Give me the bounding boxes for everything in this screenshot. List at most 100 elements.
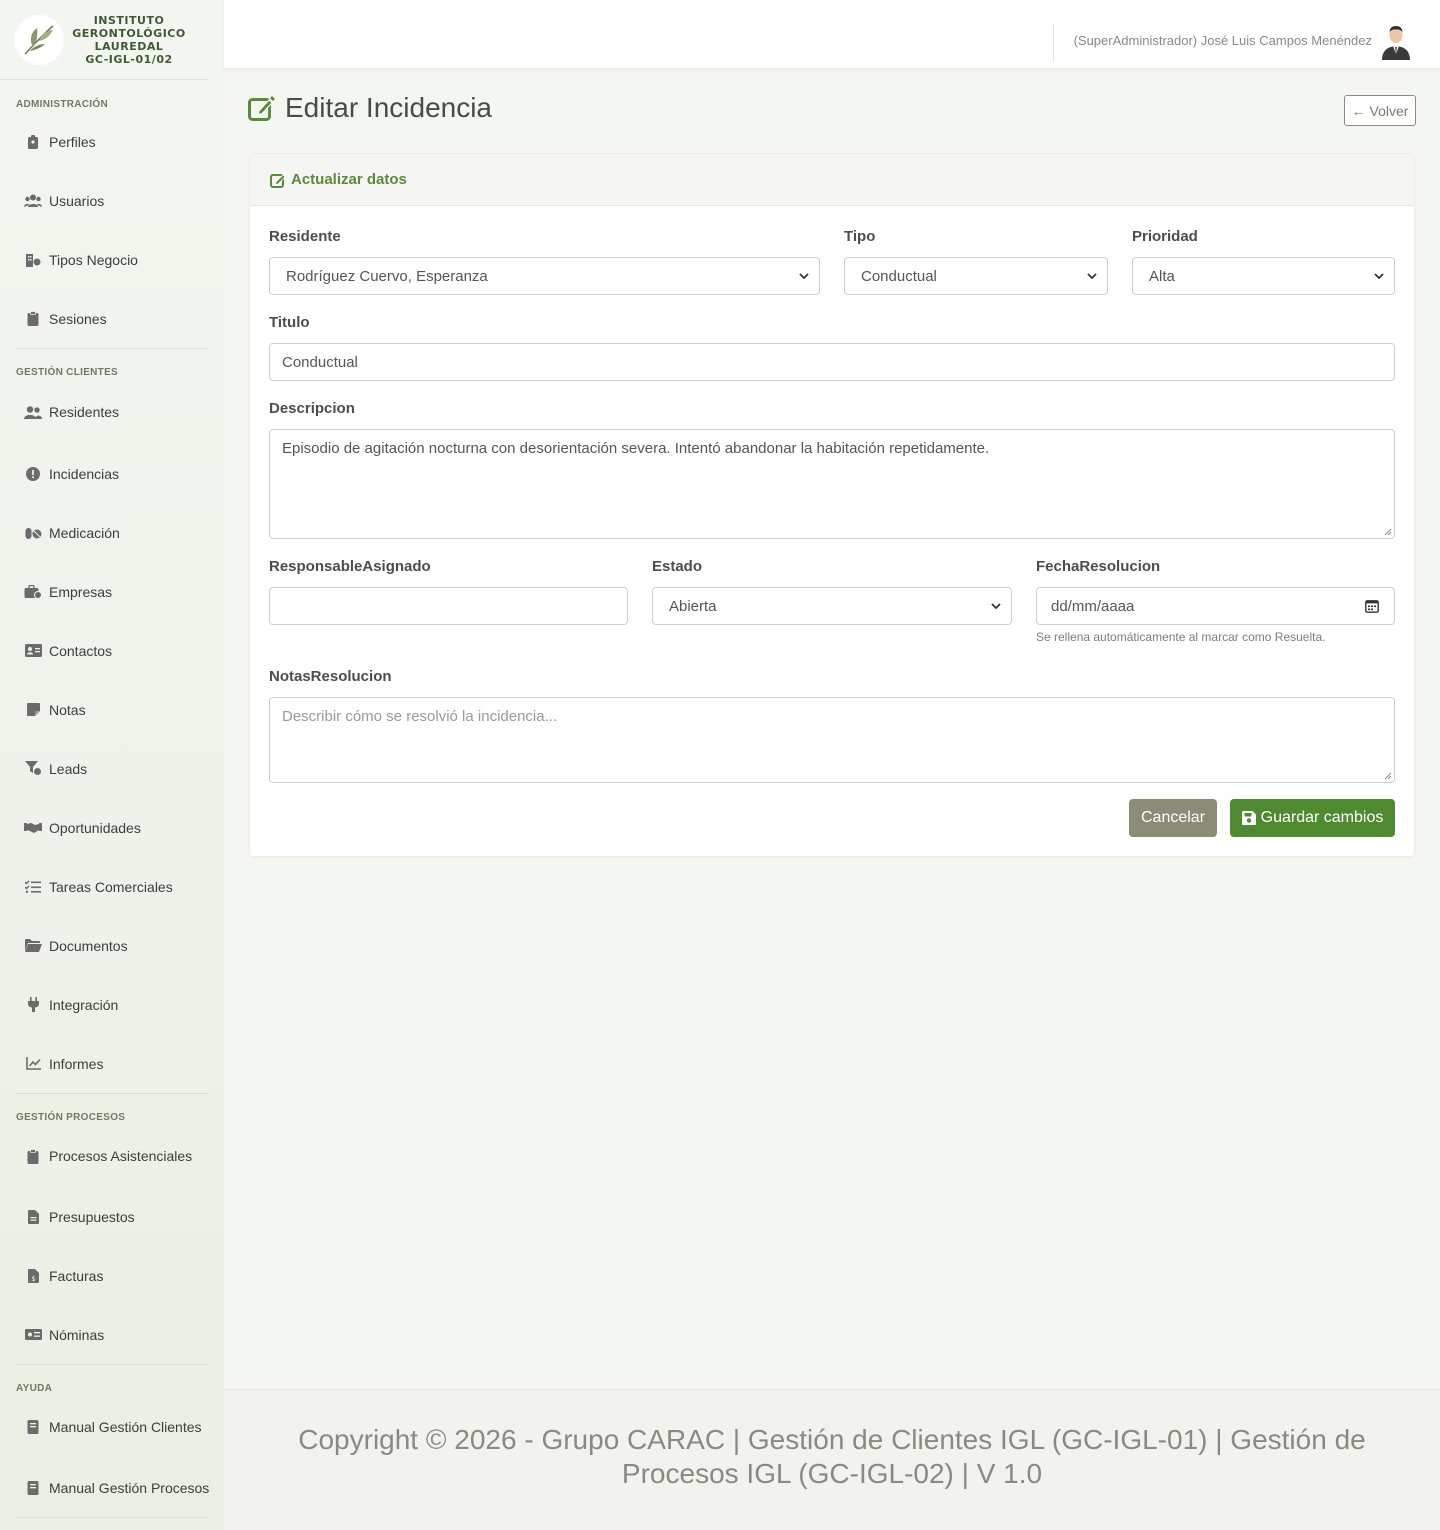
sidebar-item-label: Facturas — [49, 1267, 104, 1284]
sidebar-item-label: Documentos — [49, 937, 128, 954]
sidebar-item-integracion[interactable]: Integración — [0, 975, 224, 1034]
sidebar-item-tareas-comerciales[interactable]: Tareas Comerciales — [0, 857, 224, 916]
prioridad-label: Prioridad — [1132, 228, 1198, 245]
sidebar-item-empresas[interactable]: Empresas — [0, 562, 224, 621]
chart-line-icon — [24, 1055, 42, 1073]
sidebar-item-label: Procesos Asistenciales — [49, 1148, 193, 1164]
sidebar-item-label: Integración — [49, 996, 119, 1013]
descripcion-textarea[interactable]: Episodio de agitación nocturna con desor… — [269, 429, 1395, 539]
back-button-label: Volver — [1369, 102, 1409, 119]
sidebar-item-label: Manual Gestión Clientes — [49, 1419, 202, 1435]
footer: Copyright © 2026 - Grupo CARAC | Gestión… — [224, 1389, 1440, 1530]
sidebar-item-label: Tareas Comerciales — [49, 878, 173, 895]
sidebar-item-facturas[interactable]: $ Facturas — [0, 1246, 224, 1305]
residente-label: Residente — [269, 228, 341, 245]
fecha-input[interactable]: dd/mm/aaaa — [1036, 587, 1395, 625]
sidebar-item-label: Informes — [49, 1055, 104, 1072]
titulo-value: Conductual — [282, 353, 358, 371]
sidebar-item-sesiones[interactable]: Sesiones — [0, 289, 224, 348]
sidebar-item-label: Tipos Negocio — [49, 251, 138, 268]
file-icon — [24, 1208, 42, 1226]
card-header-title: Actualizar datos — [291, 171, 407, 188]
edit-icon — [248, 95, 275, 121]
back-button[interactable]: ← Volver — [1344, 95, 1416, 126]
footer-copyright: Copyright © 2026 - Grupo CARAC | Gestión… — [298, 1424, 1366, 1489]
sidebar-item-documentos[interactable]: Documentos — [0, 916, 224, 975]
residente-value: Rodríguez Cuervo, Esperanza — [286, 267, 488, 285]
titulo-input[interactable]: Conductual — [269, 343, 1395, 381]
book-icon — [24, 1418, 42, 1436]
sidebar-item-manual-gestion-clientes[interactable]: Manual Gestión Clientes — [0, 1396, 224, 1458]
clipboard-icon — [24, 310, 42, 328]
briefcase-icon — [24, 583, 42, 601]
sidebar-item-procesos-asistenciales[interactable]: Procesos Asistenciales — [0, 1125, 224, 1187]
tipo-select[interactable]: Conductual — [844, 257, 1108, 295]
titulo-label: Titulo — [269, 314, 310, 331]
user-name[interactable]: (SuperAdministrador) José Luis Campos Me… — [1074, 33, 1372, 48]
topbar: (SuperAdministrador) José Luis Campos Me… — [224, 0, 1440, 68]
sidebar-item-medicacion[interactable]: Medicación — [0, 503, 224, 562]
calendar-icon[interactable] — [1365, 599, 1379, 613]
sidebar-item-contactos[interactable]: Contactos — [0, 621, 224, 680]
arrow-left-icon: ← — [1351, 102, 1366, 119]
sidebar-item-incidencias[interactable]: Incidencias — [0, 444, 224, 503]
prioridad-value: Alta — [1149, 267, 1175, 285]
estado-select[interactable]: Abierta — [652, 587, 1012, 625]
fecha-help-text: Se rellena automáticamente al marcar com… — [1036, 630, 1326, 644]
users-icon — [24, 192, 42, 210]
sidebar-item-residentes[interactable]: Residentes — [0, 380, 224, 444]
estado-value: Abierta — [669, 597, 717, 615]
sidebar-item-notas[interactable]: Notas — [0, 680, 224, 739]
sidebar-item-label: Leads — [49, 760, 88, 777]
page-title-text: Editar Incidencia — [285, 92, 493, 123]
residente-select[interactable]: Rodríguez Cuervo, Esperanza — [269, 257, 820, 295]
svg-text:$: $ — [31, 1275, 35, 1283]
sidebar-item-perfiles[interactable]: Perfiles — [0, 112, 224, 171]
notas-placeholder: Describir cómo se resolvió la incidencia… — [282, 708, 558, 725]
responsable-input[interactable] — [269, 587, 628, 625]
note-icon — [24, 701, 42, 719]
sidebar-item-label: Contactos — [49, 642, 113, 659]
sidebar-item-tipos-negocio[interactable]: Tipos Negocio — [0, 230, 224, 289]
tasks-icon — [24, 878, 42, 896]
sidebar-item-oportunidades[interactable]: Oportunidades — [0, 798, 224, 857]
sidebar-item-leads[interactable]: Leads — [0, 739, 224, 798]
funnel-icon — [24, 760, 42, 778]
cancel-button[interactable]: Cancelar — [1129, 799, 1217, 837]
alert-circle-icon — [24, 465, 42, 483]
book-icon — [24, 1479, 42, 1497]
brand-line: GC-IGL-01/02 — [85, 52, 173, 66]
sidebar-item-usuarios[interactable]: Usuarios — [0, 171, 224, 230]
fecha-placeholder: dd/mm/aaaa — [1051, 597, 1135, 615]
address-card-icon — [24, 642, 42, 660]
sidebar: INSTITUTO GERONTOLÓGICO LAUREDAL GC-IGL-… — [0, 0, 224, 1530]
chevron-down-icon — [799, 273, 809, 280]
sidebar-item-label: Manual Gestión Procesos — [49, 1479, 210, 1496]
brand[interactable]: INSTITUTO GERONTOLÓGICO LAUREDAL GC-IGL-… — [0, 0, 208, 80]
save-button-label: Guardar cambios — [1260, 809, 1384, 826]
topbar-divider — [1053, 24, 1054, 62]
invoice-icon: $ — [24, 1267, 42, 1285]
sidebar-item-label: Sesiones — [49, 310, 107, 327]
estado-label: Estado — [652, 558, 703, 575]
sidebar-item-informes[interactable]: Informes — [0, 1034, 224, 1093]
section-title-gestion-procesos: GESTIÓN PROCESOS — [16, 1112, 126, 1123]
resize-handle-icon[interactable] — [1384, 772, 1392, 780]
sidebar-item-nominas[interactable]: Nóminas — [0, 1305, 224, 1364]
prioridad-select[interactable]: Alta — [1132, 257, 1395, 295]
responsable-label: ResponsableAsignado — [269, 558, 431, 575]
sidebar-item-manual-gestion-procesos[interactable]: Manual Gestión Procesos — [0, 1458, 224, 1517]
sidebar-item-label: Oportunidades — [49, 819, 141, 836]
avatar[interactable] — [1380, 24, 1412, 60]
notas-textarea[interactable]: Describir cómo se resolvió la incidencia… — [269, 697, 1395, 783]
chevron-down-icon — [991, 603, 1001, 610]
sidebar-divider — [16, 1517, 208, 1518]
save-icon — [1241, 811, 1256, 825]
resize-handle-icon[interactable] — [1384, 528, 1392, 536]
user-group-icon — [24, 403, 42, 421]
chevron-down-icon — [1374, 273, 1384, 280]
save-button[interactable]: Guardar cambios — [1230, 799, 1395, 837]
sidebar-item-label: Incidencias — [49, 465, 120, 482]
sidebar-item-presupuestos[interactable]: Presupuestos — [0, 1187, 224, 1246]
brand-line: LAUREDAL — [94, 39, 164, 53]
